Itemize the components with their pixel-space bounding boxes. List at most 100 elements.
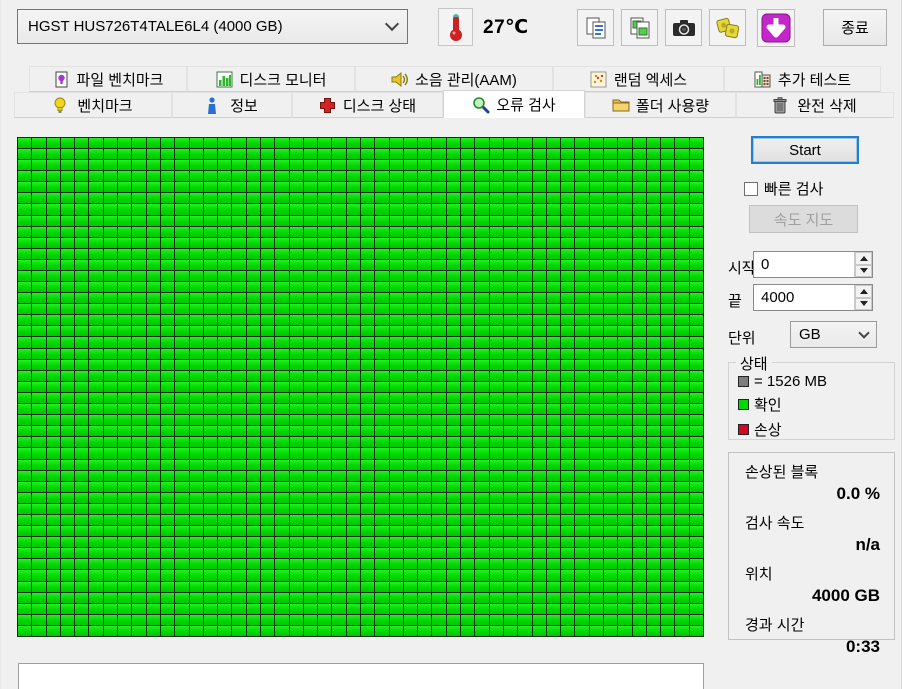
- save-results-button[interactable]: [709, 9, 746, 46]
- spin-up-button[interactable]: [855, 285, 872, 298]
- scan-block: [690, 249, 703, 259]
- scan-block: [290, 559, 303, 569]
- scan-block: [347, 559, 360, 569]
- scan-block: [661, 271, 674, 281]
- scan-block: [618, 626, 631, 636]
- tab-folder-usage[interactable]: 폴더 사용량: [585, 92, 736, 118]
- tab-file-benchmark[interactable]: 파일 벤치마크: [29, 66, 187, 92]
- tab-noise-management[interactable]: 소음 관리(AAM): [355, 66, 553, 92]
- scan-block: [618, 437, 631, 447]
- copy-text-button[interactable]: [577, 9, 614, 46]
- scan-block: [618, 326, 631, 336]
- scan-block: [304, 293, 317, 303]
- tab-disk-monitor[interactable]: 디스크 모니터: [187, 66, 355, 92]
- scan-block: [347, 349, 360, 359]
- scan-block: [347, 460, 360, 470]
- scan-block: [490, 337, 503, 347]
- scan-block: [261, 260, 274, 270]
- scan-block: [232, 149, 245, 159]
- quick-scan-checkbox[interactable]: [744, 182, 758, 196]
- scan-block: [104, 349, 117, 359]
- tab-label: 추가 테스트: [778, 69, 851, 90]
- spin-down-button[interactable]: [855, 298, 872, 311]
- end-field[interactable]: 4000: [753, 284, 873, 311]
- scan-block: [518, 282, 531, 292]
- scan-block: [432, 570, 445, 580]
- scan-block: [504, 160, 517, 170]
- scan-block: [290, 393, 303, 403]
- scan-block: [690, 271, 703, 281]
- scan-block: [561, 282, 574, 292]
- scan-block: [218, 393, 231, 403]
- tab-secure-erase[interactable]: 완전 삭제: [736, 92, 894, 118]
- scan-block: [89, 604, 102, 614]
- end-field-label: 끝: [728, 290, 742, 311]
- start-scan-button[interactable]: Start: [751, 136, 859, 164]
- spin-up-button[interactable]: [855, 252, 872, 265]
- scan-block: [375, 515, 388, 525]
- scan-block: [332, 471, 345, 481]
- scan-block: [132, 149, 145, 159]
- scan-block: [61, 582, 74, 592]
- scan-block: [147, 271, 160, 281]
- scan-block: [47, 426, 60, 436]
- scan-block: [675, 282, 688, 292]
- scan-block: [304, 238, 317, 248]
- screenshot-button[interactable]: [665, 9, 702, 46]
- scan-block: [118, 282, 131, 292]
- scan-block: [490, 426, 503, 436]
- scan-block: [89, 249, 102, 259]
- scan-block: [332, 570, 345, 580]
- start-field-value[interactable]: 0: [754, 252, 854, 277]
- unit-select[interactable]: GB: [790, 321, 877, 348]
- tab-random-access[interactable]: 랜덤 엑세스: [553, 66, 724, 92]
- spin-down-button[interactable]: [855, 265, 872, 278]
- scan-block: [518, 460, 531, 470]
- scan-block: [161, 493, 174, 503]
- scan-block: [547, 559, 560, 569]
- drive-select[interactable]: HGST HUS726T4TALE6L4 (4000 GB): [17, 9, 408, 44]
- scan-block: [418, 138, 431, 148]
- scan-block: [218, 593, 231, 603]
- scan-block: [518, 504, 531, 514]
- scan-block: [275, 415, 288, 425]
- scan-block: [618, 304, 631, 314]
- scan-block: [547, 570, 560, 580]
- scan-block: [447, 626, 460, 636]
- scan-block: [661, 171, 674, 181]
- scan-block: [290, 504, 303, 514]
- scan-block: [204, 426, 217, 436]
- quick-scan-checkbox-row[interactable]: 빠른 검사: [744, 178, 823, 199]
- scan-block: [575, 293, 588, 303]
- scan-block: [304, 593, 317, 603]
- scan-block: [604, 559, 617, 569]
- tab-disk-health[interactable]: 디스크 상태: [292, 92, 443, 118]
- exit-button[interactable]: 종료: [823, 9, 887, 46]
- scan-block: [247, 393, 260, 403]
- scan-block: [175, 515, 188, 525]
- scan-block: [375, 271, 388, 281]
- scan-block: [604, 493, 617, 503]
- download-update-button[interactable]: [757, 9, 795, 47]
- scan-block: [533, 393, 546, 403]
- tab-extra-tests[interactable]: 추가 테스트: [724, 66, 881, 92]
- scan-block: [175, 504, 188, 514]
- copy-image-button[interactable]: [621, 9, 658, 46]
- scan-grid[interactable]: [17, 137, 704, 637]
- scan-block: [261, 426, 274, 436]
- tab-benchmark[interactable]: 벤치마크: [14, 92, 172, 118]
- scan-block: [390, 271, 403, 281]
- scan-block: [275, 526, 288, 536]
- scan-block: [390, 160, 403, 170]
- start-field[interactable]: 0: [753, 251, 873, 278]
- scan-block: [18, 593, 31, 603]
- scan-block: [518, 171, 531, 181]
- scan-block: [261, 415, 274, 425]
- end-field-value[interactable]: 4000: [754, 285, 854, 310]
- tab-error-scan[interactable]: 오류 검사: [443, 90, 585, 118]
- tab-info[interactable]: 정보: [172, 92, 292, 118]
- scan-block: [18, 171, 31, 181]
- scan-block: [404, 249, 417, 259]
- scan-block: [575, 582, 588, 592]
- scan-block: [475, 249, 488, 259]
